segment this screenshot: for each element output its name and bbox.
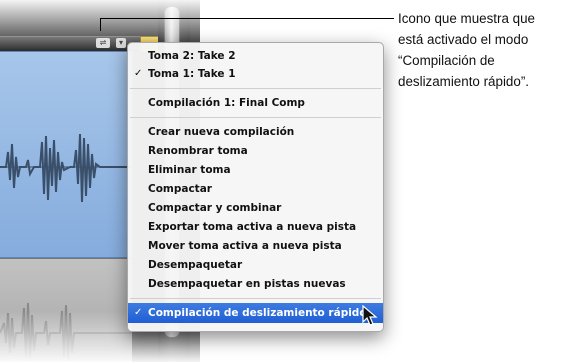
menu-item-move-active-take[interactable]: Mover toma activa a nueva pista — [128, 237, 383, 255]
callout-line-3: “Compilación de — [398, 53, 495, 68]
menu-item-create-new-comp[interactable]: Crear nueva compilación — [128, 123, 383, 141]
menu-item-flatten[interactable]: Compactar — [128, 180, 383, 198]
menu-item-comp-1[interactable]: Compilación 1: Final Comp — [128, 94, 383, 112]
quick-swipe-comping-icon[interactable]: ⇌ — [96, 38, 110, 48]
menu-separator — [130, 298, 381, 299]
menu-item-export-active-take[interactable]: Exportar toma activa a nueva pista — [128, 218, 383, 236]
chevron-down-icon[interactable]: ▾ — [116, 38, 126, 48]
take-folder-menu: Toma 2: Take 2 ✓ Toma 1: Take 1 Compilac… — [127, 42, 384, 332]
checkmark-icon: ✓ — [134, 68, 143, 79]
callout-line-4: deslizamiento rápido”. — [398, 74, 529, 89]
checkmark-icon: ✓ — [134, 307, 143, 318]
menu-separator — [130, 88, 381, 89]
menu-item-take-2[interactable]: Toma 2: Take 2 — [128, 47, 383, 65]
menu-separator — [130, 117, 381, 118]
menu-item-delete-take[interactable]: Eliminar toma — [128, 161, 383, 179]
menu-item-flatten-and-merge[interactable]: Compactar y combinar — [128, 199, 383, 217]
menu-item-take-1[interactable]: ✓ Toma 1: Take 1 — [128, 65, 383, 83]
waveform-active — [0, 133, 132, 203]
arrow-cursor-icon — [362, 305, 378, 326]
callout-line-1: Icono que muestra que — [398, 11, 535, 26]
callout-leader-tick — [100, 18, 101, 31]
active-take-region[interactable] — [0, 51, 133, 258]
callout-leader-line — [100, 18, 394, 19]
waveform-inactive — [0, 302, 132, 362]
callout-line-2: está activado el modo — [398, 32, 529, 47]
menu-item-quick-swipe-comping[interactable]: ✓ Compilación de deslizamiento rápido — [128, 303, 383, 323]
menu-item-unpack-new-tracks[interactable]: Desempaquetar en pistas nuevas — [128, 275, 383, 293]
menu-item-unpack[interactable]: Desempaquetar — [128, 256, 383, 274]
callout-text: Icono que muestra que está activado el m… — [398, 8, 574, 92]
inactive-take-region[interactable] — [0, 258, 132, 362]
menu-item-rename-take[interactable]: Renombrar toma — [128, 142, 383, 160]
